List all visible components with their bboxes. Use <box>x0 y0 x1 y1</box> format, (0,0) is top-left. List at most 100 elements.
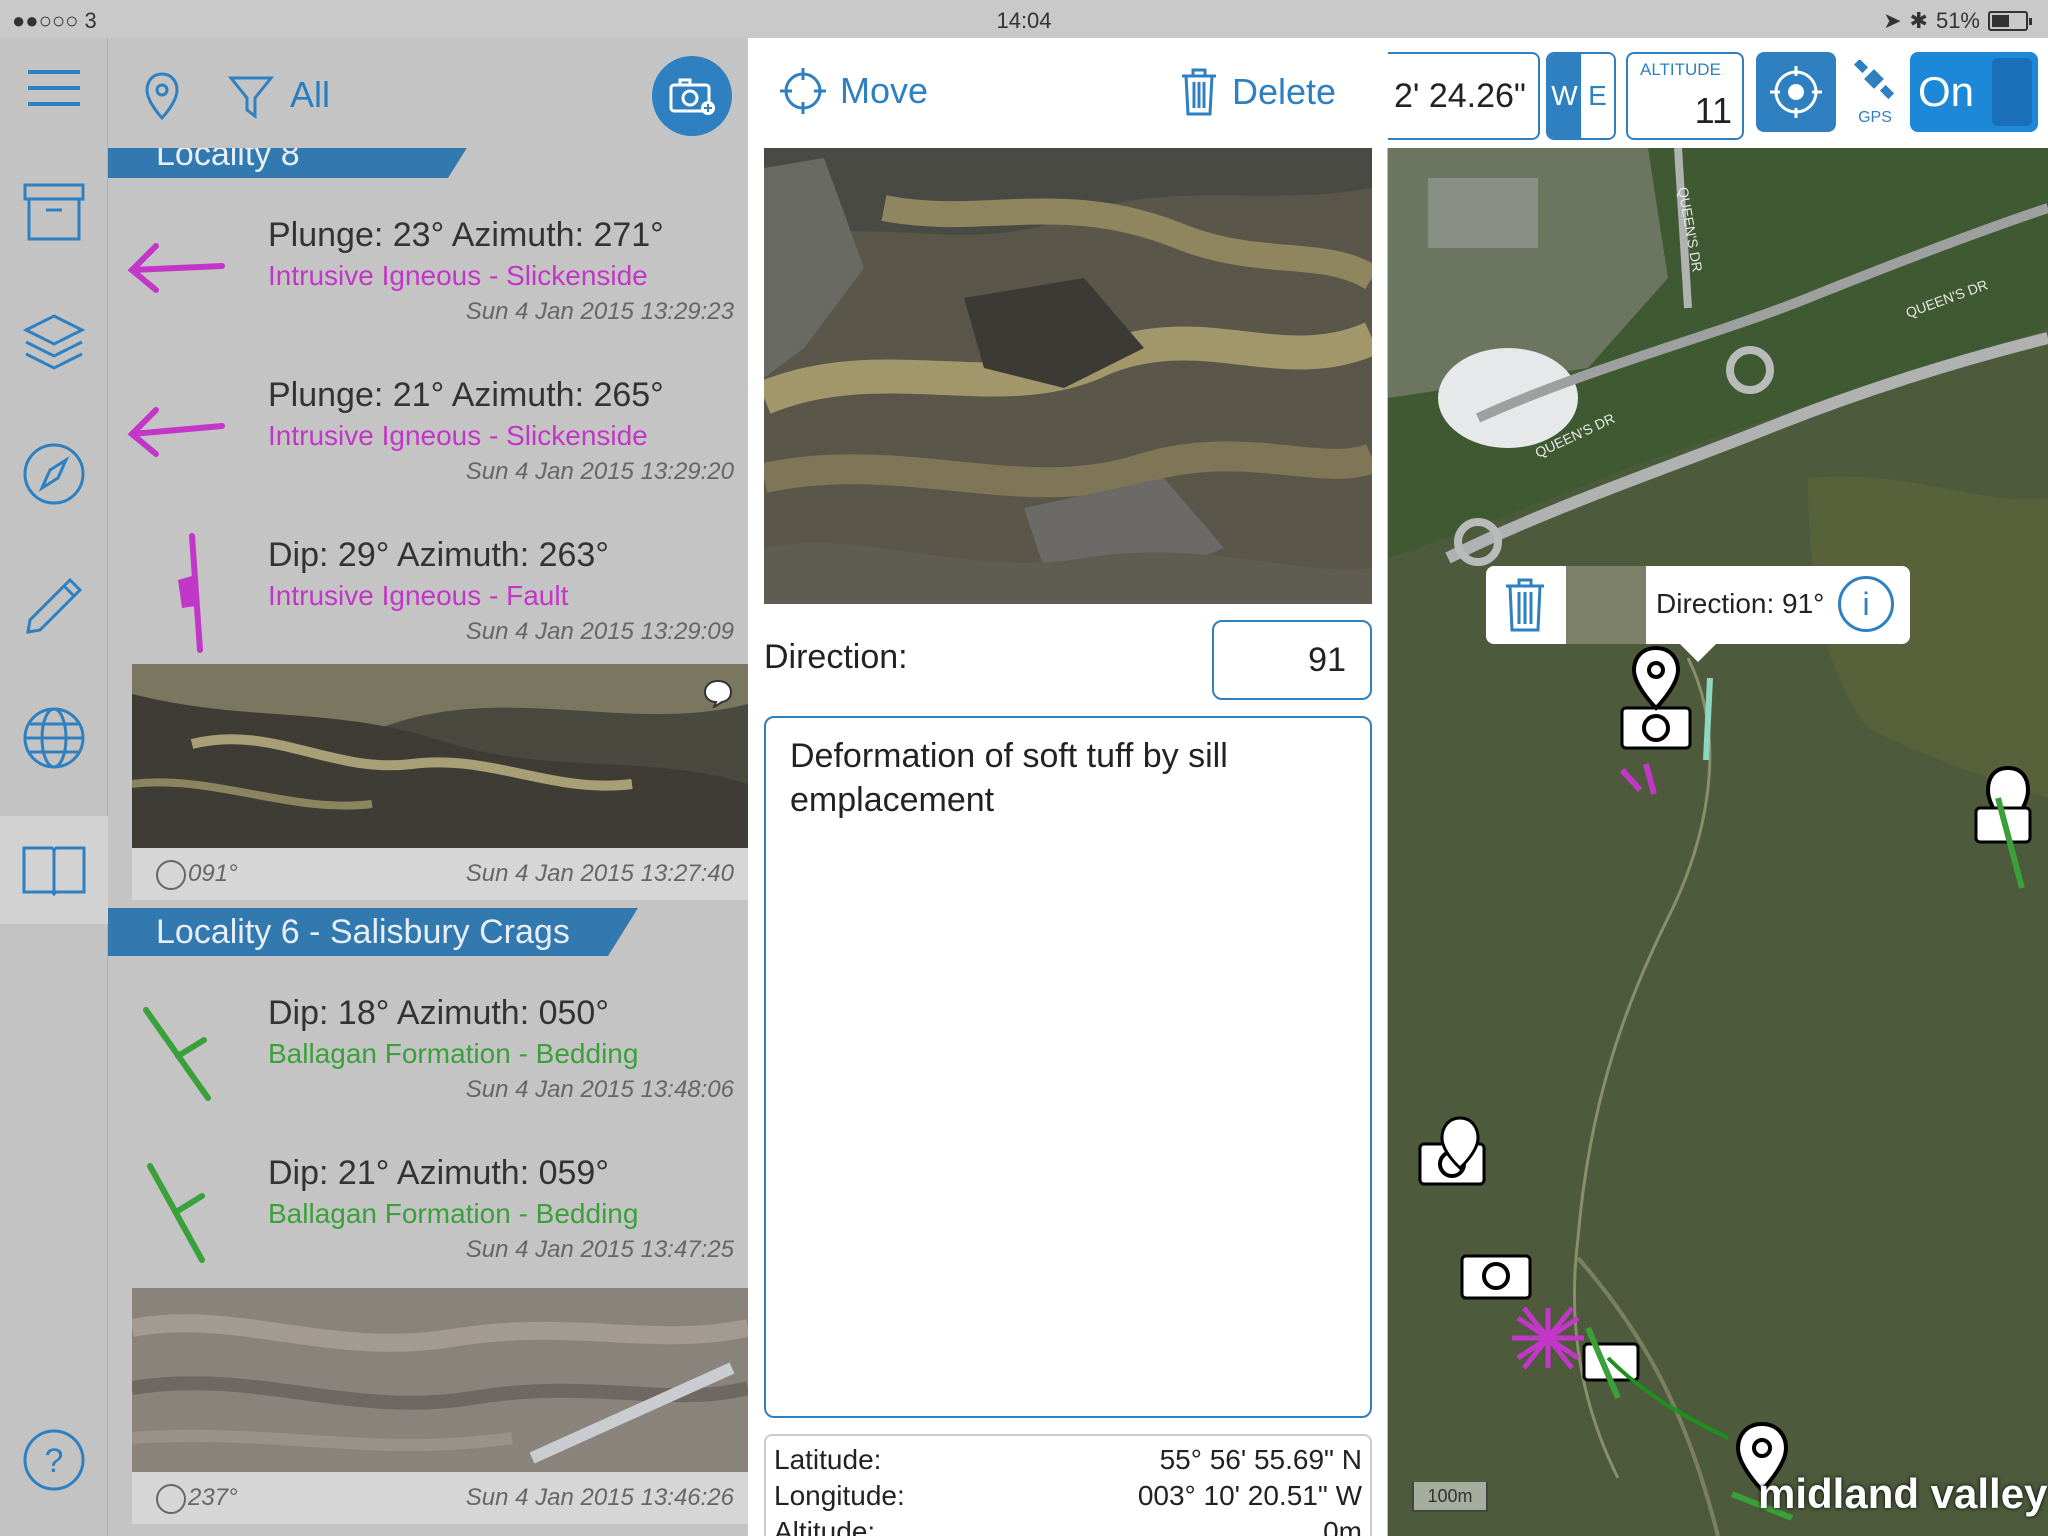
satellite-map[interactable]: QUEEN'S DR QUEEN'S DR QUEEN'S DR <box>1388 38 2048 1536</box>
slickenside-arrow-icon <box>127 407 225 457</box>
entry-title: Plunge: 21° Azimuth: 265° <box>268 376 664 414</box>
target-icon <box>1770 66 1822 118</box>
location-pin-icon[interactable] <box>144 72 180 125</box>
camera-marker-icon[interactable] <box>1460 1254 1532 1300</box>
delete-button[interactable]: Delete <box>1180 68 1336 116</box>
icon-sidebar: ? <box>0 38 108 1536</box>
trash-icon <box>1182 68 1216 116</box>
entry-subtitle: Intrusive Igneous - Slickenside <box>268 420 648 451</box>
bedding-symbol-icon <box>143 1007 211 1101</box>
battery-percent: 51% <box>1935 8 1980 33</box>
menu-icon[interactable] <box>18 52 90 124</box>
entry-title: Dip: 18° Azimuth: 050° <box>268 994 609 1032</box>
east-option[interactable]: E <box>1581 54 1614 138</box>
callout-thumbnail[interactable] <box>1566 566 1646 644</box>
move-button[interactable]: Move <box>780 68 928 114</box>
bedding-symbol-icon <box>147 1163 205 1263</box>
filter-icon[interactable] <box>227 74 275 125</box>
latitude-value: 55° 56' 55.69" N <box>1159 1444 1362 1475</box>
layers-icon[interactable] <box>18 306 90 378</box>
entry-timestamp: Sun 4 Jan 2015 13:29:23 <box>465 298 734 325</box>
entry-title: Plunge: 23° Azimuth: 271° <box>268 216 664 254</box>
fault-symbol-icon <box>178 533 203 653</box>
notebook-icon[interactable] <box>0 816 108 924</box>
direction-compass-icon <box>156 1484 186 1514</box>
entry-subtitle: Ballagan Formation - Bedding <box>268 1198 639 1229</box>
west-option[interactable]: W <box>1548 54 1581 138</box>
status-bar: ●●○○○ 3 14:04 ➤ ✱ 51% <box>0 0 2048 38</box>
battery-icon <box>1988 11 2032 31</box>
filter-label[interactable]: All <box>290 74 330 116</box>
photo-timestamp: Sun 4 Jan 2015 13:27:40 <box>465 860 734 887</box>
photo-list-item[interactable]: 237° Sun 4 Jan 2015 13:46:26 <box>132 1288 748 1524</box>
entry-subtitle: Intrusive Igneous - Fault <box>268 580 569 611</box>
altitude-field-value: 11 <box>1694 90 1732 131</box>
list-toolbar: All <box>108 38 748 148</box>
status-right: ➤ ✱ 51% <box>1883 8 2032 34</box>
photo-list-item[interactable]: 091° Sun 4 Jan 2015 13:27:40 <box>132 664 748 900</box>
info-icon[interactable]: i <box>1838 576 1894 632</box>
help-icon[interactable]: ? <box>18 1424 90 1496</box>
coordinates-box: Latitude: 55° 56' 55.69" N Longitude: 003°… <box>764 1434 1372 1536</box>
entry-subtitle: Ballagan Formation - Bedding <box>268 1038 639 1069</box>
photo-thumbnail <box>132 1288 748 1472</box>
longitude-value: 003° 10' 20.51" W <box>1137 1480 1362 1511</box>
pencil-icon[interactable] <box>18 570 90 642</box>
compass-icon[interactable] <box>18 438 90 510</box>
altitude-field[interactable]: ALTITUDE 11 <box>1626 52 1744 140</box>
slickenside-arrow-icon <box>127 243 225 293</box>
list-item[interactable]: Plunge: 21° Azimuth: 265° Intrusive Igne… <box>108 358 748 518</box>
gps-label: GPS <box>1858 109 1892 126</box>
direction-label: Direction: <box>764 638 908 676</box>
clock: 14:04 <box>996 8 1052 33</box>
entry-title: Dip: 21° Azimuth: 059° <box>268 1154 609 1192</box>
outcrop-photo[interactable] <box>764 148 1372 604</box>
coordinate-readout[interactable]: 2' 24.26" <box>1388 52 1540 140</box>
photo-direction: 237° <box>188 1484 238 1511</box>
add-photo-button[interactable] <box>652 56 732 136</box>
archive-icon[interactable] <box>18 176 90 248</box>
entry-timestamp: Sun 4 Jan 2015 13:47:25 <box>465 1236 734 1263</box>
globe-icon[interactable] <box>18 702 90 774</box>
photo-direction: 091° <box>188 860 238 887</box>
detail-toolbar: Move Delete <box>748 38 1388 148</box>
longitude-label: Longitude: <box>774 1480 905 1511</box>
list-item[interactable]: Dip: 29° Azimuth: 263° Intrusive Igneous… <box>108 518 748 678</box>
photo-detail-panel: Move Delete Direction: 91 Deformation of… <box>748 38 1388 1536</box>
svg-text:?: ? <box>45 1442 64 1480</box>
brand-logo: midland valley <box>1758 1470 2048 1517</box>
altitude-label: Altitude: <box>774 1516 876 1536</box>
entry-timestamp: Sun 4 Jan 2015 13:29:09 <box>465 618 734 645</box>
west-east-toggle[interactable]: W E <box>1546 52 1616 140</box>
satellite-icon <box>1853 58 1895 100</box>
list-item[interactable]: Dip: 21° Azimuth: 059° Ballagan Formatio… <box>108 1136 748 1296</box>
map-callout: Direction: 91° i <box>1486 566 1910 662</box>
map-scale: 100m <box>1412 1482 1488 1512</box>
entry-title: Dip: 29° Azimuth: 263° <box>268 536 609 574</box>
gps-indicator: GPS <box>1850 58 1900 127</box>
entry-timestamp: Sun 4 Jan 2015 13:29:20 <box>465 458 734 485</box>
move-label: Move <box>840 70 929 111</box>
direction-compass-icon <box>156 860 186 890</box>
comment-bubble-icon <box>702 678 734 713</box>
gps-toggle[interactable]: On <box>1910 52 2038 132</box>
altitude-value: 0m <box>1323 1516 1362 1536</box>
delete-label: Delete <box>1232 71 1337 112</box>
notebook-list-panel: All Locality 8 Plunge: 23° Azimuth: 271°… <box>108 38 748 1536</box>
notes-textarea[interactable]: Deformation of soft tuff by sill emplace… <box>764 716 1372 1418</box>
list-item[interactable]: Dip: 18° Azimuth: 050° Ballagan Formatio… <box>108 976 748 1136</box>
locality-banner[interactable]: Locality 6 - Salisbury Crags <box>108 908 638 956</box>
location-arrow-icon: ➤ <box>1883 8 1902 33</box>
entry-timestamp: Sun 4 Jan 2015 13:48:06 <box>465 1076 734 1103</box>
direction-input[interactable]: 91 <box>1212 620 1372 700</box>
list-item[interactable]: Plunge: 23° Azimuth: 271° Intrusive Igne… <box>108 198 748 358</box>
locate-me-button[interactable] <box>1756 52 1836 132</box>
map-toolbar: 2' 24.26" W E ALTITUDE 11 GPS On <box>1388 38 2048 148</box>
photo-timestamp: Sun 4 Jan 2015 13:46:26 <box>465 1484 734 1511</box>
entry-subtitle: Intrusive Igneous - Slickenside <box>268 260 648 291</box>
callout-direction: Direction: 91° <box>1656 588 1825 619</box>
crosshair-icon <box>780 68 826 114</box>
photo-thumbnail <box>132 664 748 848</box>
callout-delete-icon[interactable] <box>1504 578 1546 637</box>
altitude-field-label: ALTITUDE <box>1640 60 1721 79</box>
